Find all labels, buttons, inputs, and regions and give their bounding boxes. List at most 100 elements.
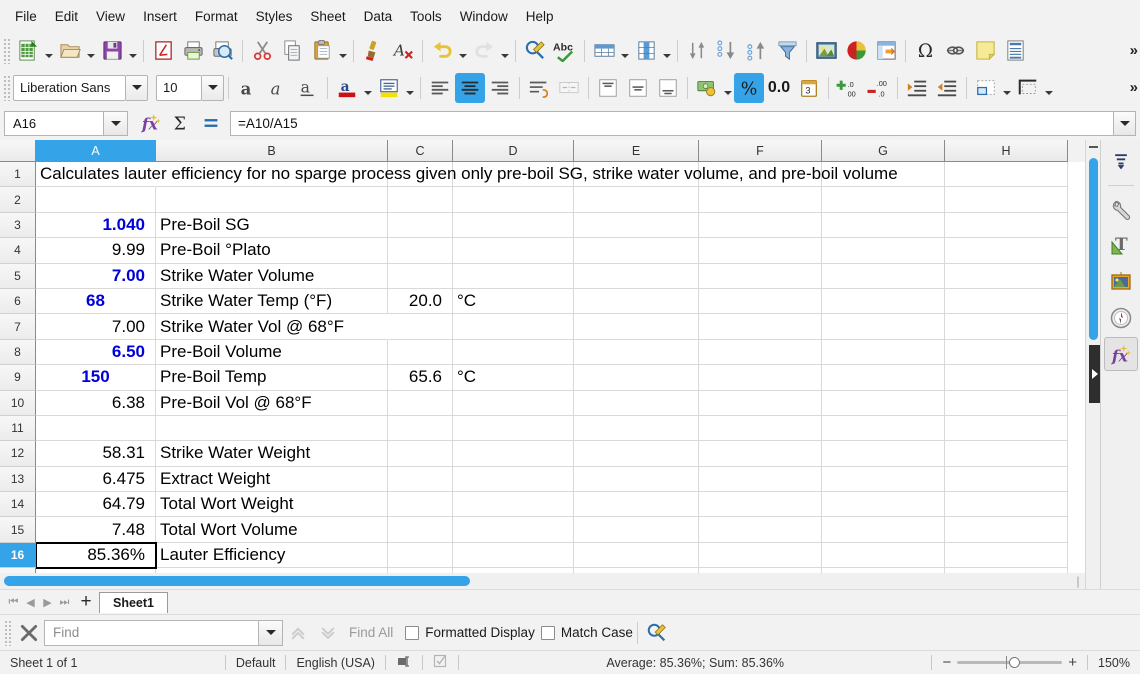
cell-C13[interactable] <box>388 466 453 493</box>
cell-C5[interactable] <box>388 263 453 289</box>
cell-G16[interactable] <box>822 542 945 569</box>
font-color-dropdown[interactable] <box>362 73 374 103</box>
cell-C11[interactable] <box>388 415 453 442</box>
horizontal-scroll-thumb[interactable] <box>4 576 470 586</box>
match-case-checkbox-box[interactable] <box>540 625 555 640</box>
row-header-16[interactable]: 16 <box>0 542 36 569</box>
align-center-icon[interactable] <box>455 72 485 103</box>
last-sheet-button[interactable]: ⏭ <box>56 592 73 612</box>
special-character-icon[interactable]: Ω <box>910 36 940 66</box>
properties-icon[interactable] <box>1104 193 1138 227</box>
cell-H13[interactable] <box>945 466 1068 493</box>
cell-H12[interactable] <box>945 441 1068 467</box>
cell-F5[interactable] <box>699 263 822 289</box>
format-number-icon[interactable]: 0.0 <box>764 73 794 103</box>
row-header-2[interactable]: 2 <box>0 187 36 213</box>
find-previous-icon[interactable] <box>283 618 313 648</box>
merge-cells-icon[interactable] <box>554 73 584 103</box>
column-header-h[interactable]: H <box>945 140 1068 162</box>
cell-B12[interactable]: Strike Water Weight <box>156 441 388 467</box>
cell-D11[interactable] <box>453 415 574 442</box>
borders-icon[interactable] <box>971 73 1001 103</box>
insert-mode-icon[interactable] <box>386 655 422 671</box>
cell-A7[interactable]: 7.00 <box>36 314 156 340</box>
font-name-dropdown[interactable] <box>126 74 148 101</box>
name-box-dropdown[interactable] <box>104 110 128 136</box>
menu-view[interactable]: View <box>87 6 134 27</box>
row-dropdown[interactable] <box>619 36 631 66</box>
print-preview-icon[interactable] <box>208 36 238 66</box>
cell-B10[interactable]: Pre-Boil Vol @ 68°F <box>156 390 388 416</box>
cell-A1[interactable]: Calculates lauter efficiency for no spar… <box>36 162 898 188</box>
cell-B13[interactable]: Extract Weight <box>156 466 388 493</box>
sheet-tab-sheet1[interactable]: Sheet1 <box>99 591 168 613</box>
align-top-icon[interactable] <box>593 73 623 103</box>
page-style[interactable]: Default <box>226 656 286 670</box>
paste-icon[interactable] <box>307 36 337 66</box>
cell-C8[interactable] <box>388 339 453 366</box>
cell-A12[interactable]: 58.31 <box>36 441 156 467</box>
row-header-11[interactable]: 11 <box>0 415 36 442</box>
zoom-level[interactable]: 150% <box>1088 656 1140 670</box>
insert-comment-icon[interactable] <box>970 36 1000 66</box>
row-header-5[interactable]: 5 <box>0 263 36 289</box>
cell-F6[interactable] <box>699 288 822 315</box>
cell-A9[interactable]: 150 <box>36 365 156 391</box>
formatted-display-checkbox-box[interactable] <box>405 625 420 640</box>
pivot-table-icon[interactable] <box>871 36 901 66</box>
zoom-track[interactable] <box>957 656 1063 669</box>
cell-B7[interactable]: Strike Water Vol @ 68°F <box>156 314 388 340</box>
row-header-4[interactable]: 4 <box>0 238 36 264</box>
save-document-icon[interactable] <box>97 36 127 66</box>
cell-H8[interactable] <box>945 339 1068 366</box>
toolbar-grip[interactable] <box>3 74 10 101</box>
format-date-icon[interactable]: 3 <box>794 73 824 103</box>
column-header-a[interactable]: A <box>36 140 156 162</box>
undo-dropdown[interactable] <box>457 36 469 66</box>
align-left-icon[interactable] <box>425 73 455 103</box>
redo-dropdown[interactable] <box>499 36 511 66</box>
cell-B11[interactable] <box>156 415 388 442</box>
font-name-input[interactable]: Liberation Sans <box>13 74 126 101</box>
cell-E2[interactable] <box>574 187 699 213</box>
sum-icon[interactable]: Σ <box>166 108 196 138</box>
increase-indent-icon[interactable] <box>902 73 932 103</box>
cell-H10[interactable] <box>945 390 1068 416</box>
name-box[interactable]: A16 <box>4 110 104 136</box>
italic-icon[interactable]: a <box>263 73 293 103</box>
row-header-12[interactable]: 12 <box>0 441 36 467</box>
spelling-icon[interactable]: Abc <box>550 36 580 66</box>
previous-sheet-button[interactable]: ◀ <box>22 592 39 612</box>
column-header-g[interactable]: G <box>822 140 945 162</box>
wrap-text-icon[interactable] <box>524 73 554 103</box>
export-pdf-icon[interactable] <box>148 36 178 66</box>
find-and-replace-dialog-icon[interactable] <box>642 618 672 648</box>
cell-B4[interactable]: Pre-Boil °Plato <box>156 238 388 264</box>
paste-dropdown[interactable] <box>337 36 349 66</box>
cell-E8[interactable] <box>574 339 699 366</box>
highlight-color-icon[interactable] <box>374 73 404 103</box>
cell-B14[interactable]: Total Wort Weight <box>156 492 388 518</box>
cell-A11[interactable] <box>36 415 156 442</box>
column-dropdown[interactable] <box>661 36 673 66</box>
menu-help[interactable]: Help <box>517 6 563 27</box>
open-document-icon[interactable] <box>55 36 85 66</box>
cell-E15[interactable] <box>574 517 699 543</box>
cell-G15[interactable] <box>822 517 945 543</box>
row-header-9[interactable]: 9 <box>0 365 36 391</box>
row-header-14[interactable]: 14 <box>0 492 36 518</box>
row-header-15[interactable]: 15 <box>0 517 36 543</box>
cell-H9[interactable] <box>945 365 1068 391</box>
cell-G7[interactable] <box>822 314 945 340</box>
zoom-in-button[interactable]: + <box>1068 654 1077 671</box>
cell-F14[interactable] <box>699 492 822 518</box>
font-size-input[interactable]: 10 <box>156 74 202 101</box>
cell-C7[interactable] <box>388 314 453 340</box>
open-document-dropdown[interactable] <box>85 36 97 66</box>
cell-E6[interactable] <box>574 288 699 315</box>
decrease-indent-icon[interactable] <box>932 73 962 103</box>
cell-A16[interactable]: 85.36% <box>36 541 157 570</box>
borders-dropdown[interactable] <box>1001 73 1013 103</box>
cell-G14[interactable] <box>822 492 945 518</box>
cell-F12[interactable] <box>699 441 822 467</box>
